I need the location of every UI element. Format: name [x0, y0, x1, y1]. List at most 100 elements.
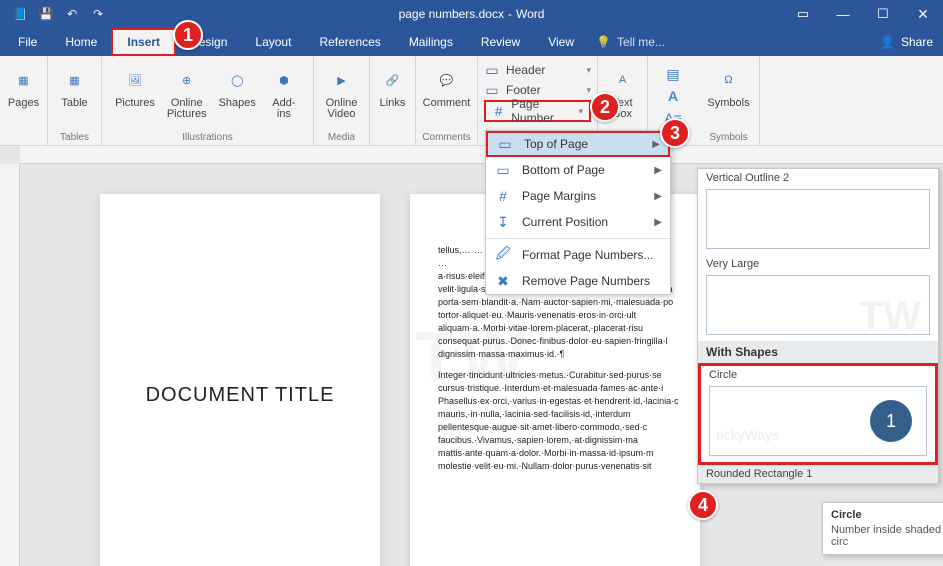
- gallery-item-vertical-outline-2[interactable]: Vertical Outline 2: [698, 169, 938, 187]
- gallery-preview[interactable]: [706, 189, 930, 249]
- tab-file[interactable]: File: [4, 28, 51, 56]
- header-button[interactable]: ▭Header▾: [484, 60, 591, 80]
- share-label: Share: [901, 35, 933, 49]
- comment-button[interactable]: 💬Comment: [419, 62, 475, 130]
- page-number-label: Page Number: [511, 97, 572, 125]
- menu-bottom-of-page[interactable]: ▭Bottom of Page▶: [486, 157, 670, 183]
- pages-icon: ▦: [8, 64, 40, 96]
- tab-home[interactable]: Home: [51, 28, 111, 56]
- ribbon-display-icon[interactable]: ▭: [783, 0, 823, 28]
- circle-shape: 1: [870, 400, 912, 442]
- table-icon: ▦: [59, 64, 91, 96]
- chevron-right-icon: ▶: [652, 139, 660, 150]
- page-1[interactable]: DOCUMENT TITLE: [100, 194, 380, 566]
- vertical-ruler[interactable]: [0, 164, 20, 566]
- word-app-icon: 📘: [12, 6, 28, 22]
- current-pos-icon: ↧: [494, 213, 512, 231]
- ribbon: ▦ Pages ▦ Table Tables 🖼Pictures ⊕Online…: [0, 56, 943, 146]
- tables-group-label: Tables: [52, 130, 97, 143]
- tab-insert[interactable]: Insert: [111, 28, 176, 56]
- links-icon: 🔗: [377, 64, 409, 96]
- menu-item-label: Format Page Numbers...: [522, 248, 653, 262]
- close-button[interactable]: ×: [903, 0, 943, 28]
- wordart-button[interactable]: A: [665, 86, 681, 106]
- online-pictures-button[interactable]: ⊕Online Pictures: [163, 62, 211, 130]
- bottom-page-icon: ▭: [494, 161, 512, 179]
- addins-label: Add- ins: [272, 98, 295, 120]
- chevron-right-icon: ▶: [654, 191, 662, 202]
- shapes-button[interactable]: ◯Shapes: [215, 62, 260, 130]
- online-video-button[interactable]: ▶Online Video: [322, 62, 362, 130]
- gallery-preview-circle[interactable]: rickyWays 1: [709, 386, 927, 456]
- tab-references[interactable]: References: [305, 28, 394, 56]
- tell-me-label: Tell me...: [617, 35, 665, 49]
- undo-icon[interactable]: ↶: [64, 6, 80, 22]
- tab-review[interactable]: Review: [467, 28, 534, 56]
- gallery-section-with-shapes: With Shapes: [698, 341, 938, 363]
- table-button[interactable]: ▦ Table: [55, 62, 95, 130]
- tell-me[interactable]: 💡Tell me...: [596, 35, 665, 49]
- chevron-right-icon: ▶: [654, 217, 662, 228]
- symbols-label: Symbols: [707, 98, 749, 109]
- gallery-item-very-large[interactable]: Very Large: [698, 255, 938, 273]
- quickparts-icon: ▤: [665, 66, 681, 82]
- page-number-button[interactable]: #Page Number▾: [484, 100, 591, 122]
- online-pictures-icon: ⊕: [171, 64, 203, 96]
- menu-item-label: Page Margins: [522, 189, 596, 203]
- circle-number: 1: [886, 411, 896, 432]
- header-icon: ▭: [484, 62, 500, 78]
- title-sep: -: [508, 7, 512, 21]
- menu-page-margins[interactable]: #Page Margins▶: [486, 183, 670, 209]
- menu-format-page-numbers[interactable]: 🖉 Format Page Numbers...: [486, 242, 670, 268]
- pictures-icon: 🖼: [119, 64, 151, 96]
- menu-item-label: Remove Page Numbers: [522, 274, 650, 288]
- remove-icon: ✖: [494, 272, 512, 290]
- footer-label: Footer: [506, 83, 541, 97]
- tab-view[interactable]: View: [534, 28, 588, 56]
- title-bar: 📘 💾 ↶ ↷ page numbers.docx - Word ▭ — ☐ ×: [0, 0, 943, 28]
- omega-icon: Ω: [713, 64, 745, 96]
- menu-current-position[interactable]: ↧ Current Position ▶: [486, 209, 670, 235]
- links-button[interactable]: 🔗Links: [373, 62, 413, 111]
- tab-mailings[interactable]: Mailings: [395, 28, 467, 56]
- online-pictures-label: Online Pictures: [167, 98, 207, 120]
- symbols-button[interactable]: Ω Symbols: [703, 62, 753, 130]
- footer-icon: ▭: [484, 82, 500, 98]
- comment-label: Comment: [423, 98, 471, 109]
- horizontal-ruler[interactable]: [20, 146, 943, 164]
- chevron-down-icon: ▾: [586, 85, 591, 96]
- share-button[interactable]: 👤Share: [880, 35, 933, 49]
- shapes-icon: ◯: [221, 64, 253, 96]
- pages-button[interactable]: ▦ Pages: [4, 62, 44, 111]
- maximize-button[interactable]: ☐: [863, 0, 903, 28]
- media-group-label: Media: [318, 130, 365, 143]
- minimize-button[interactable]: —: [823, 0, 863, 28]
- body-paragraph: Integer·tincidunt·ultricies·metus.·Curab…: [438, 369, 672, 473]
- watermark-text: rickyWays: [716, 427, 779, 443]
- document-name: page numbers.docx: [399, 7, 504, 21]
- menu-item-label: Current Position: [522, 215, 608, 229]
- step-badge-3: 3: [660, 118, 690, 148]
- menu-remove-page-numbers[interactable]: ✖ Remove Page Numbers: [486, 268, 670, 294]
- tooltip: Circle Number inside shaded circ: [822, 502, 943, 555]
- quickparts-button[interactable]: ▤: [665, 64, 681, 84]
- chevron-right-icon: ▶: [654, 165, 662, 176]
- addins-button[interactable]: ⬢Add- ins: [264, 62, 304, 130]
- menu-top-of-page[interactable]: ▭Top of Page▶: [486, 131, 670, 157]
- gallery-item-circle[interactable]: Circle: [701, 366, 935, 384]
- table-label: Table: [61, 98, 87, 109]
- gallery-item-rounded-rectangle[interactable]: Rounded Rectangle 1: [698, 465, 938, 483]
- format-icon: 🖉: [494, 246, 512, 264]
- step-badge-4: 4: [688, 490, 718, 520]
- gallery-preview[interactable]: TW: [706, 275, 930, 335]
- pictures-button[interactable]: 🖼Pictures: [111, 62, 159, 130]
- textbox-icon: A: [607, 64, 639, 96]
- redo-icon[interactable]: ↷: [90, 6, 106, 22]
- watermark: TW: [859, 294, 921, 339]
- page-number-gallery[interactable]: Vertical Outline 2 Very Large TW With Sh…: [697, 168, 939, 484]
- symbols-group-label: Symbols: [702, 130, 755, 143]
- tab-layout[interactable]: Layout: [241, 28, 305, 56]
- save-icon[interactable]: 💾: [38, 6, 54, 22]
- illustrations-group-label: Illustrations: [106, 130, 309, 143]
- document-title: DOCUMENT TITLE: [128, 384, 352, 407]
